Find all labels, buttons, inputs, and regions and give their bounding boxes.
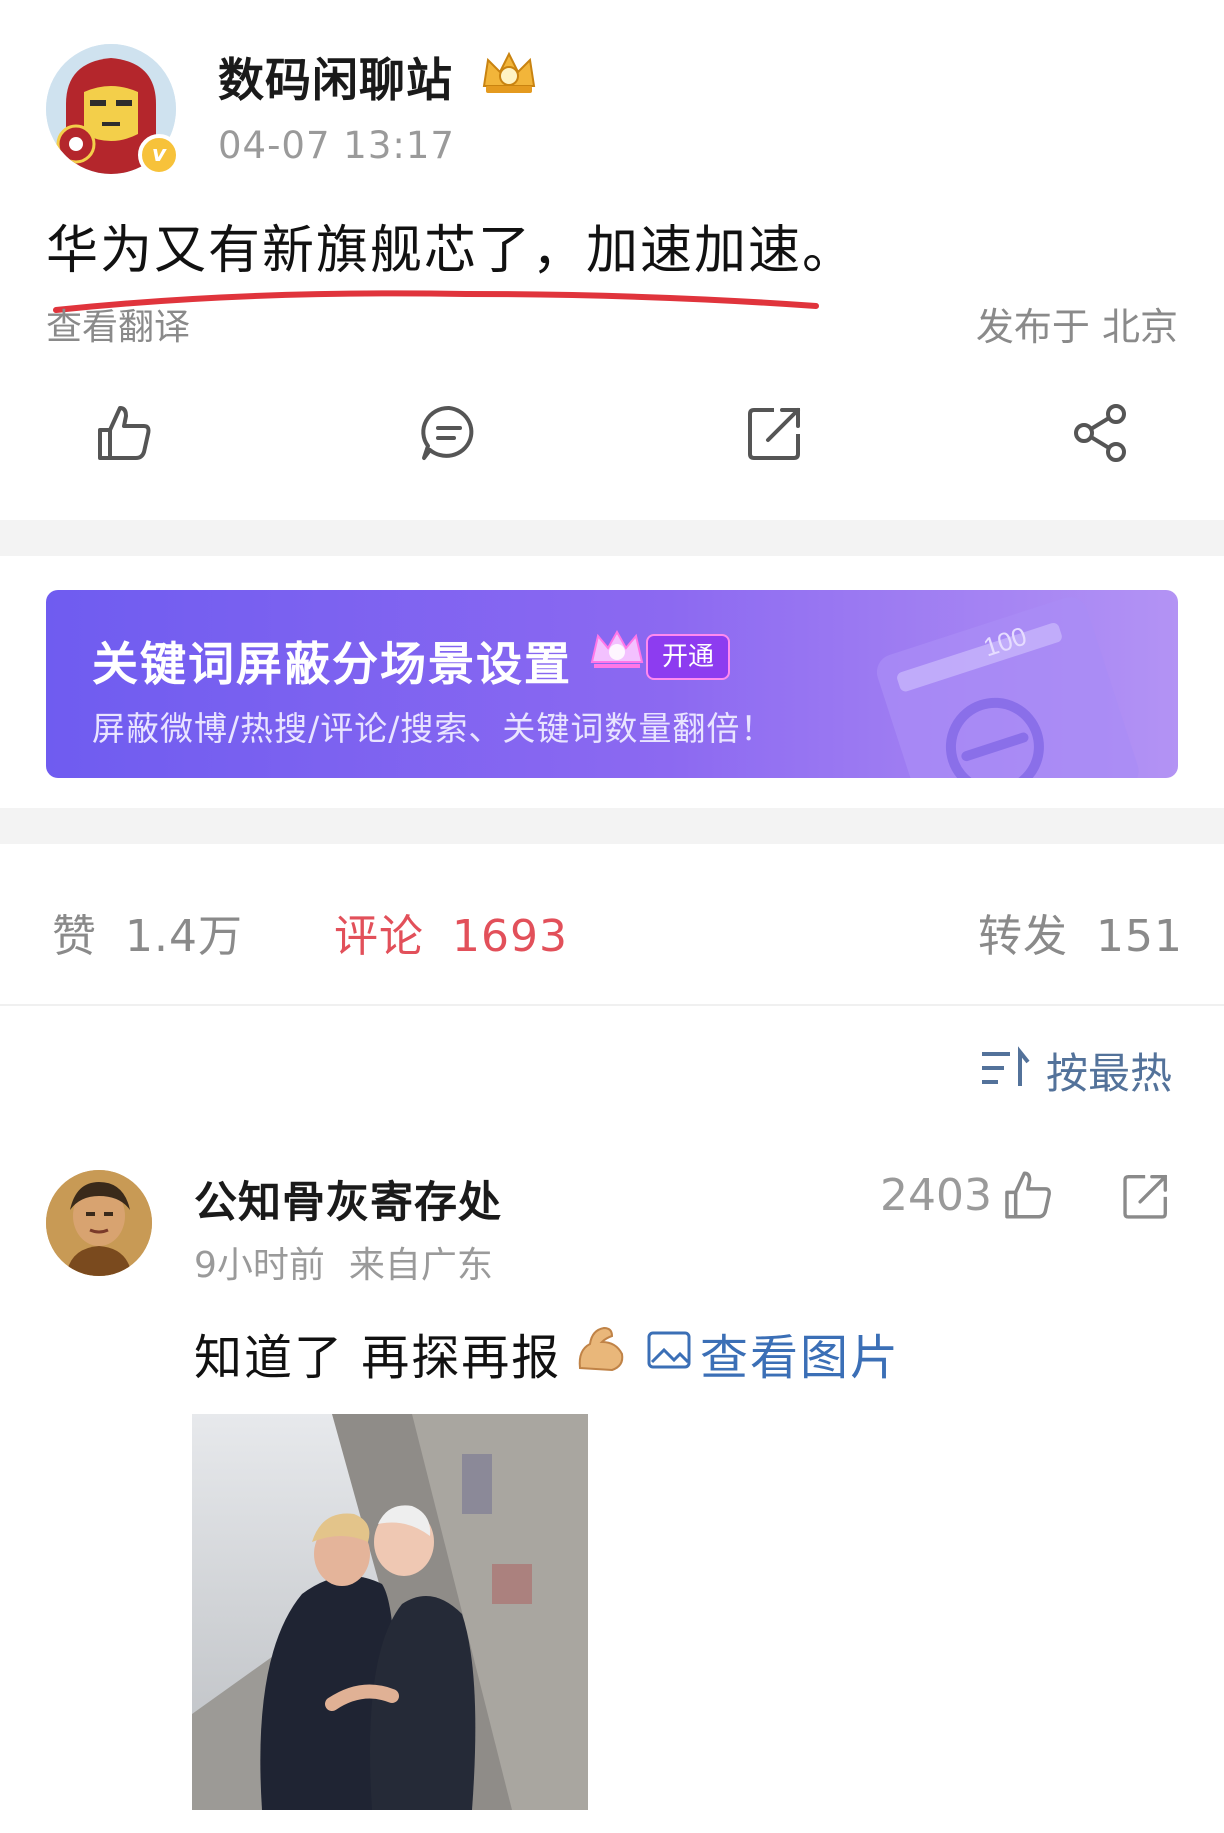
likes-label: 赞 <box>52 911 97 962</box>
sort-icon[interactable] <box>980 1046 1030 1090</box>
flexed-biceps-icon <box>578 1326 624 1372</box>
comment-content: 知道了 再探再报 <box>194 1330 562 1386</box>
divider-line <box>0 1004 1224 1006</box>
reposts-label: 转发 <box>978 911 1068 962</box>
section-divider <box>0 520 1224 556</box>
open-membership-button[interactable]: 开通 <box>646 634 731 680</box>
comment-icon[interactable] <box>418 402 480 464</box>
keyword-block-promo-banner[interactable]: 100 关键词屏蔽分场景设置 开通 屏蔽微博/热搜/评论/搜索、关键词数量翻倍！ <box>46 590 1178 778</box>
comment-attached-photo[interactable] <box>192 1414 588 1810</box>
reposts-count: 151 <box>1096 911 1183 962</box>
promo-title: 关键词屏蔽分场景设置 <box>92 637 572 691</box>
block-card-illustration: 100 <box>876 597 1139 778</box>
comments-tab[interactable]: 评论 1693 <box>334 900 568 964</box>
section-divider <box>0 808 1224 844</box>
verified-badge: v <box>138 134 180 176</box>
sort-by-hot-button[interactable]: 按最热 <box>1046 1040 1172 1101</box>
weibo-post-detail: v 数码闲聊站 04-07 13:17 华为又有新旗舰芯了，加速加速。 查看翻译… <box>0 0 1224 1833</box>
post-content: 华为又有新旗舰芯了，加速加速。 <box>46 221 857 281</box>
comment-like-icon[interactable] <box>1000 1168 1054 1222</box>
post-time: 04-07 13:17 <box>218 124 455 167</box>
author-name[interactable]: 数码闲聊站 <box>218 44 453 110</box>
reposts-tab[interactable]: 转发 151 <box>978 900 1183 964</box>
likes-count: 1.4万 <box>125 911 243 962</box>
comment-like-count: 2403 <box>880 1170 992 1221</box>
commenter-avatar[interactable] <box>46 1170 152 1276</box>
likes-tab[interactable]: 赞 1.4万 <box>52 900 243 964</box>
image-icon[interactable] <box>646 1330 692 1370</box>
like-icon[interactable] <box>92 402 154 464</box>
share-icon[interactable] <box>1070 402 1132 464</box>
crown-icon <box>482 51 536 93</box>
comments-count: 1693 <box>452 911 568 962</box>
comment-repost-icon[interactable] <box>1120 1170 1172 1222</box>
vip-crown-icon <box>590 629 644 668</box>
repost-icon[interactable] <box>744 402 806 464</box>
comment-time: 9小时前 <box>194 1245 325 1286</box>
comments-label: 评论 <box>334 911 424 962</box>
publish-location: 发布于 北京 <box>975 305 1178 349</box>
comment-location: 来自广东 <box>348 1245 493 1286</box>
translate-link[interactable]: 查看翻译 <box>46 298 190 350</box>
commenter-name[interactable]: 公知骨灰寄存处 <box>194 1168 502 1230</box>
promo-subtitle: 屏蔽微博/热搜/评论/搜索、关键词数量翻倍！ <box>92 709 775 748</box>
view-image-link[interactable]: 查看图片 <box>700 1318 900 1388</box>
comment-meta: 9小时前 来自广东 <box>194 1236 493 1288</box>
